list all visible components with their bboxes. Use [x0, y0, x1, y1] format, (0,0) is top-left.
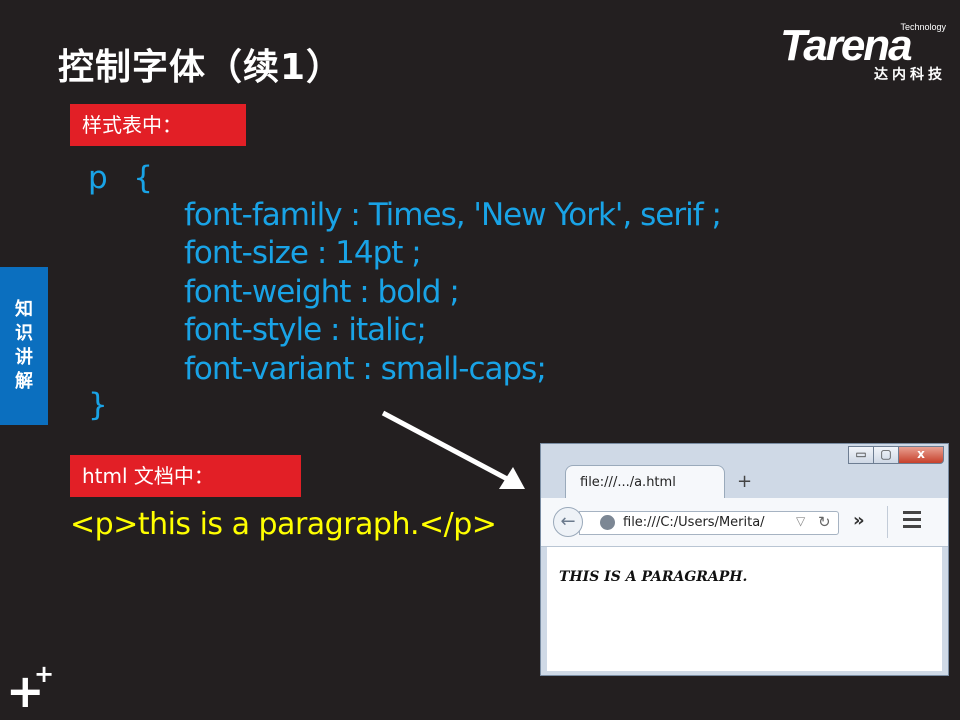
menu-icon[interactable] [903, 511, 921, 532]
url-bar[interactable]: file:///C:/Users/Merita/ ▽ ↻ [579, 511, 839, 535]
side-tab-char: 讲 [15, 347, 33, 368]
label-stylesheet: 样式表中： [70, 104, 246, 146]
new-tab-button[interactable]: + [737, 471, 752, 492]
side-tab-char: 知 [15, 299, 33, 320]
minimize-button[interactable]: ▭ [848, 446, 874, 464]
close-button[interactable]: x [898, 446, 944, 464]
arrow-icon [381, 410, 525, 489]
code-line-font-family: font-family : Times, 'New York', serif ; [184, 197, 722, 233]
side-tab-char: 解 [15, 371, 33, 392]
url-text: file:///C:/Users/Merita/ [623, 515, 765, 530]
toolbar-divider [887, 506, 888, 538]
browser-tab[interactable]: file:///.../a.html [565, 465, 725, 499]
side-tab-knowledge: 知 识 讲 解 [0, 267, 48, 425]
browser-toolbar: file:///C:/Users/Merita/ ▽ ↻ ← » [541, 498, 948, 547]
code-selector-open: p { [88, 160, 153, 196]
reload-icon[interactable]: ↻ [818, 513, 831, 531]
code-selector-close: } [88, 387, 108, 423]
html-code-line: <p>this is a paragraph.</p> [70, 507, 497, 542]
tarena-logo: Technology Tarena 达内科技 [780, 22, 946, 84]
code-line-font-size: font-size : 14pt ; [184, 235, 422, 271]
back-arrow-icon: ← [560, 511, 576, 532]
tab-title: file:///.../a.html [580, 475, 676, 490]
window-controls: ▭ ▢ x [848, 446, 944, 464]
code-line-font-variant: font-variant : small-caps; [184, 351, 547, 387]
code-line-font-style: font-style : italic; [184, 312, 427, 348]
code-line-font-weight: font-weight : bold ; [184, 274, 460, 310]
browser-window: ▭ ▢ x file:///.../a.html + file:///C:/Us… [540, 443, 949, 676]
label-html-document: html 文档中： [70, 455, 301, 497]
dropdown-icon[interactable]: ▽ [796, 514, 805, 528]
slide-title: 控制字体（续1） [58, 47, 344, 88]
more-tools-button[interactable]: » [853, 510, 865, 531]
logo-subtitle: 达内科技 [874, 67, 946, 83]
browser-content: THIS IS A PARAGRAPH. [547, 547, 942, 671]
maximize-button[interactable]: ▢ [873, 446, 899, 464]
logo-brand: Tarena [780, 21, 913, 70]
globe-icon [600, 515, 615, 530]
side-tab-char: 识 [15, 323, 33, 344]
back-button[interactable]: ← [553, 507, 583, 537]
rendered-paragraph: THIS IS A PARAGRAPH. [559, 569, 748, 585]
